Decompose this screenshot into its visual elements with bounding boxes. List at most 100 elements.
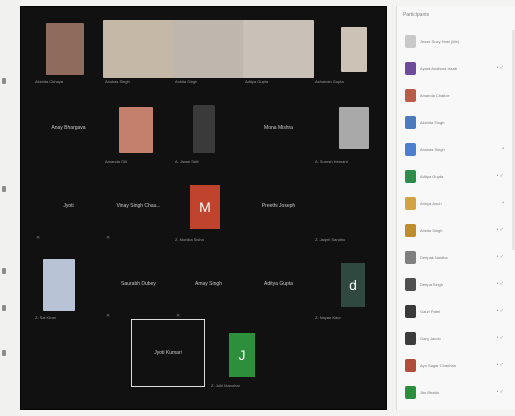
participant-avatar: M: [190, 185, 220, 229]
participant-avatar: [405, 89, 416, 102]
participant-tile[interactable]: Amay Singh ✕: [173, 251, 244, 323]
participant-status-icon: • ✓: [496, 254, 504, 260]
participant-display-name: Mona Mishra: [264, 125, 293, 131]
participant-list-name: Deepa Singh: [420, 282, 444, 287]
participant-tile[interactable]: J Z. Juhi Manohar: [209, 319, 280, 391]
participant-status-icon: •: [502, 200, 504, 206]
participant-avatar: [405, 359, 416, 372]
participant-tile[interactable]: Anay Bhargava: [33, 95, 104, 167]
participant-list-name: Aneya Anuh: [420, 201, 442, 206]
participant-tile[interactable]: Preethi Joseph: [243, 173, 314, 245]
participant-list-name: Jesse Suzy Host (Me): [420, 39, 460, 44]
participant-display-name: Aditya Gupta: [264, 281, 293, 287]
participant-tile[interactable]: Ankita Singh: [173, 15, 244, 87]
participant-status-icon: • ✓: [496, 173, 504, 179]
avatar-initial: d: [349, 277, 357, 293]
participant-tile[interactable]: Saurabh Dubey ✕: [103, 251, 174, 323]
participant-name: Amanda Gill: [105, 159, 127, 164]
participant-name: Z. Monika Sisha: [175, 237, 204, 242]
participant-display-name: Vinay Singh Chau...: [116, 203, 161, 209]
participant-avatar: d: [341, 263, 365, 307]
participant-tile[interactable]: A. Suresh Hemant: [313, 95, 384, 167]
edge-mark: [2, 268, 6, 274]
participant-avatar: [405, 251, 416, 264]
participant-tile[interactable]: Aditya Gupta: [243, 15, 314, 87]
participant-list-name: Ayara Andiswa Issati: [420, 66, 457, 71]
participant-list-item[interactable]: Jesse Suzy Host (Me): [399, 34, 509, 50]
participant-name: Akshita Chhaya: [35, 79, 64, 84]
participant-list-item[interactable]: Garg Jacob • ✓: [399, 331, 509, 347]
participant-avatar: [405, 224, 416, 237]
participant-avatar: [405, 143, 416, 156]
meeting-gallery-view: Akshita Chhaya Anukas Singh Ankita Singh…: [20, 6, 387, 410]
participant-list-item[interactable]: Aditya Gupta • ✓: [399, 169, 509, 185]
participant-list-item[interactable]: Ankita Singh • ✓: [399, 223, 509, 239]
participant-display-name: Amay Singh: [195, 281, 222, 287]
participant-avatar: [405, 332, 416, 345]
participant-status-icon: • ✓: [496, 389, 504, 395]
mic-muted-icon: ✕: [36, 235, 41, 241]
participant-video: [173, 20, 244, 78]
participant-list-item[interactable]: Anukas Singh •: [399, 142, 509, 158]
participant-tile[interactable]: Vinay Singh Chau... ✕: [103, 173, 174, 245]
participant-list-item[interactable]: Deepa Singh • ✓: [399, 277, 509, 293]
participant-status-icon: • ✓: [496, 65, 504, 71]
participant-list-item[interactable]: Ayo Sagar Chauhan • ✓: [399, 358, 509, 374]
participant-status-icon: • ✓: [496, 227, 504, 233]
participant-avatar: [405, 116, 416, 129]
participant-status-icon: • ✓: [496, 362, 504, 368]
participant-avatar: [405, 278, 416, 291]
participant-avatar: [405, 62, 416, 75]
participants-panel: Participants Jesse Suzy Host (Me) Ayara A…: [396, 6, 515, 410]
participant-status-icon: • ✓: [496, 308, 504, 314]
participant-name: A. Jiwan Seth: [175, 159, 200, 164]
participant-tile[interactable]: Anukas Singh: [103, 15, 174, 87]
participant-tile[interactable]: Aditya Gupta: [243, 251, 314, 323]
participant-list-item[interactable]: Amanda Challoe: [399, 88, 509, 104]
participant-list-item[interactable]: Aneya Anuh •: [399, 196, 509, 212]
participant-tile[interactable]: Z. Jaiprit Sandhu: [313, 173, 384, 245]
participant-display-name: Anay Bhargava: [51, 125, 86, 131]
participant-display-name: Preethi Joseph: [261, 203, 296, 209]
avatar-initial: M: [199, 199, 211, 215]
participant-name: Z. Sai Kiran: [35, 315, 56, 320]
participant-tile[interactable]: Ashutosh Gupta: [313, 15, 384, 87]
participant-list-name: Ayo Sagar Chauhan: [420, 363, 456, 368]
participant-list-name: Akshita Singh: [420, 120, 445, 125]
participant-list-item[interactable]: Akshita Singh: [399, 115, 509, 131]
participant-name: Ashutosh Gupta: [315, 79, 344, 84]
participant-video: [46, 23, 84, 75]
participant-list-item[interactable]: Deepak Naidha • ✓: [399, 250, 509, 266]
participant-tile[interactable]: Akshita Chhaya: [33, 15, 104, 87]
participant-status-icon: •: [502, 146, 504, 152]
participant-tile[interactable]: A. Jiwan Seth: [173, 95, 244, 167]
participant-video: [103, 20, 174, 78]
participant-avatar: [405, 197, 416, 210]
edge-mark: [2, 78, 6, 84]
participant-tile[interactable]: Jyoti ✕: [33, 173, 104, 245]
active-speaker-tile[interactable]: Jyoti Kumari: [131, 319, 205, 387]
participant-video: [43, 259, 75, 311]
participant-video: [119, 107, 153, 153]
participant-tile[interactable]: Mona Mishra: [243, 95, 314, 167]
participant-video: [243, 20, 314, 78]
participant-list-item[interactable]: Jitu Bhatia • ✓: [399, 385, 509, 401]
participant-name: Z. Jaiprit Sandhu: [315, 237, 346, 242]
participant-list-item[interactable]: Ayara Andiswa Issati • ✓: [399, 61, 509, 77]
participant-list-item[interactable]: Gauri Patel • ✓: [399, 304, 509, 320]
participant-tile[interactable]: Amanda Gill: [103, 95, 174, 167]
participant-avatar: [405, 170, 416, 183]
mic-muted-icon: ✕: [106, 235, 111, 241]
participant-status-icon: • ✓: [496, 335, 504, 341]
participant-list-name: Ankita Singh: [420, 228, 443, 233]
participant-avatar: J: [229, 333, 255, 377]
participant-list-name: Amanda Challoe: [420, 93, 450, 98]
participant-display-name: Jyoti: [63, 203, 74, 209]
participant-tile[interactable]: d Z. Nayan Kaur: [313, 251, 384, 323]
participant-tile[interactable]: Z. Sai Kiran: [33, 251, 104, 323]
participant-list-name: Garg Jacob: [420, 336, 441, 341]
participant-avatar: [405, 305, 416, 318]
participant-video: [341, 27, 367, 72]
avatar-initial: J: [238, 347, 246, 363]
participant-tile[interactable]: M Z. Monika Sisha: [173, 173, 244, 245]
